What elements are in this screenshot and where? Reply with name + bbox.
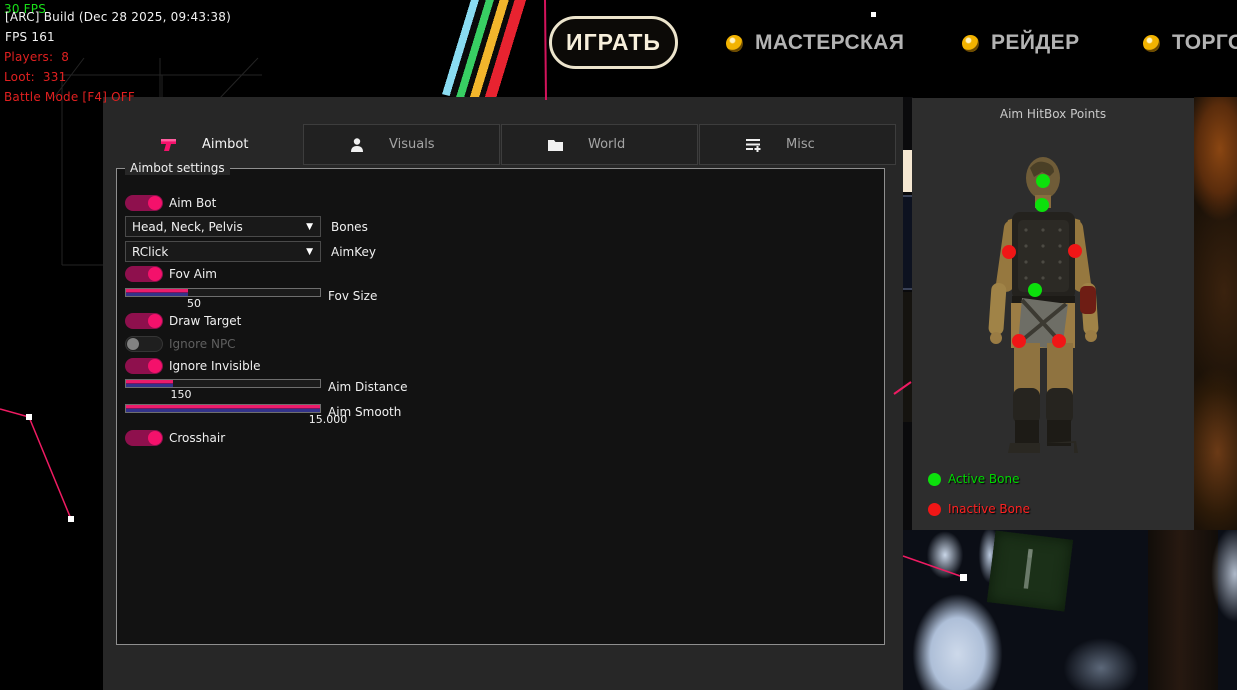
hud-battle-mode: Battle Mode [F4] OFF	[4, 90, 135, 104]
aim-smooth-value: 15.000	[309, 413, 348, 426]
tab-label: World	[588, 137, 625, 152]
legend-label: Inactive Bone	[948, 502, 1030, 516]
tab-world[interactable]: World	[501, 124, 698, 165]
hud-loot-count: Loot: 331	[4, 70, 66, 84]
coin-icon	[1143, 35, 1160, 52]
aim-distance-slider[interactable]	[125, 379, 321, 388]
ignore-npc-label: Ignore NPC	[169, 337, 236, 351]
draw-target-label: Draw Target	[169, 314, 241, 328]
topbar-item-label: МАСТЕРСКАЯ	[755, 31, 904, 55]
aimkey-dropdown[interactable]: RClick ▼	[125, 241, 321, 262]
coin-icon	[962, 35, 979, 52]
exit-sign	[987, 531, 1073, 612]
topbar-item-workshop[interactable]: МАСТЕРСКАЯ	[726, 26, 904, 60]
hud-fps-counter: FPS 161	[5, 30, 55, 44]
topbar-item-label: РЕЙДЕР	[991, 31, 1079, 55]
fov-size-value: 50	[187, 297, 201, 310]
tab-misc[interactable]: Misc	[699, 124, 896, 165]
play-button[interactable]: ИГРАТЬ	[549, 16, 678, 69]
crosshair-label: Crosshair	[169, 431, 225, 445]
draw-target-toggle[interactable]	[125, 313, 163, 329]
cheat-menu-window: Aimbot Visuals World Misc	[103, 97, 903, 690]
aimkey-dropdown-value: RClick	[126, 245, 306, 259]
sliders-icon	[745, 137, 762, 152]
tab-label: Aimbot	[202, 137, 248, 152]
topbar-item-raider[interactable]: РЕЙДЕР	[962, 26, 1079, 60]
aim-distance-value: 150	[171, 388, 192, 401]
person-icon	[349, 137, 365, 153]
chevron-down-icon: ▼	[306, 222, 320, 232]
crosshair-toggle[interactable]	[125, 430, 163, 446]
bone-dot-right-arm[interactable]	[1068, 244, 1082, 258]
aim-bot-toggle[interactable]	[125, 195, 163, 211]
group-title: Aimbot settings	[125, 161, 230, 175]
ignore-npc-toggle[interactable]	[125, 336, 163, 352]
chevron-down-icon: ▼	[306, 247, 320, 257]
tab-bar: Aimbot Visuals World Misc	[103, 124, 903, 165]
bones-dropdown-value: Head, Neck, Pelvis	[126, 220, 306, 234]
player-model-preview	[912, 98, 1194, 530]
active-bone-dot-icon	[928, 473, 941, 486]
hitbox-panel: Aim HitBox Points	[912, 98, 1194, 530]
topbar-item-trader[interactable]: ТОРГО	[1143, 26, 1237, 60]
legend-label: Active Bone	[948, 472, 1020, 486]
white-marker-dot	[871, 12, 876, 17]
fov-aim-label: Fov Aim	[169, 267, 217, 281]
fov-size-slider[interactable]	[125, 288, 321, 297]
legend-inactive-bone: Inactive Bone	[928, 502, 1030, 516]
topbar-item-label: ТОРГО	[1172, 31, 1237, 55]
hud-build-info: [ARC] Build (Dec 28 2025, 09:43:38)	[5, 10, 231, 24]
fov-size-label: Fov Size	[328, 289, 377, 303]
ignore-invisible-label: Ignore Invisible	[169, 359, 260, 373]
ignore-invisible-toggle[interactable]	[125, 358, 163, 374]
coin-icon	[726, 35, 743, 52]
fov-aim-toggle[interactable]	[125, 266, 163, 282]
tab-visuals[interactable]: Visuals	[303, 124, 500, 165]
aimbot-settings-group: Aimbot settings Aim Bot Head, Neck, Pelv…	[116, 168, 885, 645]
bone-dot-neck[interactable]	[1035, 198, 1049, 212]
aimkey-label: AimKey	[331, 245, 376, 259]
bone-dot-right-hip[interactable]	[1052, 334, 1066, 348]
bone-dot-head[interactable]	[1036, 174, 1050, 188]
bone-dot-left-arm[interactable]	[1002, 245, 1016, 259]
bones-label: Bones	[331, 220, 368, 234]
bones-dropdown[interactable]: Head, Neck, Pelvis ▼	[125, 216, 321, 237]
bone-dot-left-hip[interactable]	[1012, 334, 1026, 348]
scene-rust-wall	[1194, 97, 1237, 530]
bone-dot-pelvis[interactable]	[1028, 283, 1042, 297]
hud-players-count: Players: 8	[4, 50, 69, 64]
aim-bot-label: Aim Bot	[169, 196, 216, 210]
tab-label: Misc	[786, 137, 815, 152]
tab-label: Visuals	[389, 137, 435, 152]
pistol-icon	[161, 137, 178, 152]
aim-smooth-slider[interactable]	[125, 404, 321, 413]
legend-active-bone: Active Bone	[928, 472, 1020, 486]
scene-bottom-right	[903, 530, 1237, 690]
folder-icon	[547, 138, 564, 152]
aim-distance-label: Aim Distance	[328, 380, 408, 394]
inactive-bone-dot-icon	[928, 503, 941, 516]
tab-aimbot[interactable]: Aimbot	[116, 124, 301, 165]
